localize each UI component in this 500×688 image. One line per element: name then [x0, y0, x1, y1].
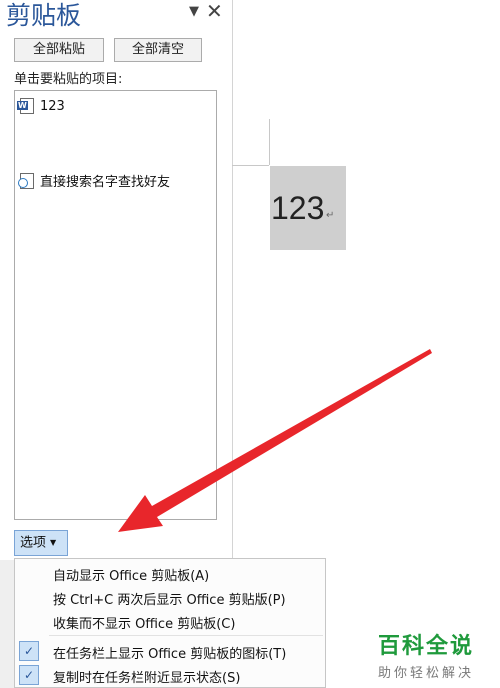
options-menu: 自动显示 Office 剪贴板(A) 按 Ctrl+C 两次后显示 Office…: [14, 558, 326, 688]
check-icon: ✓: [19, 665, 39, 685]
menu-item-label: 在任务栏上显示 Office 剪贴板的图标(T): [53, 647, 287, 662]
menu-item-taskbar-icon[interactable]: ✓ 在任务栏上显示 Office 剪贴板的图标(T): [15, 639, 325, 663]
watermark-title: 百科全说: [378, 634, 475, 659]
menu-item-label: 自动显示 Office 剪贴板(A): [53, 569, 210, 584]
menu-item-label: 按 Ctrl+C 两次后显示 Office 剪贴版(P): [53, 593, 286, 608]
menu-item-collect-without-show[interactable]: 收集而不显示 Office 剪贴板(C): [15, 609, 325, 633]
menu-separator: [49, 635, 323, 636]
watermark-subtitle: 助你轻松解决: [378, 666, 475, 681]
menu-item-taskbar-status[interactable]: ✓ 复制时在任务栏附近显示状态(S): [15, 663, 325, 687]
menu-item-auto-show[interactable]: 自动显示 Office 剪贴板(A): [15, 561, 325, 585]
menu-item-label: 复制时在任务栏附近显示状态(S): [53, 671, 241, 686]
menu-item-ctrl-c-twice[interactable]: 按 Ctrl+C 两次后显示 Office 剪贴版(P): [15, 585, 325, 609]
menu-item-label: 收集而不显示 Office 剪贴板(C): [53, 617, 236, 632]
watermark: 百科全说 助你轻松解决: [378, 628, 474, 681]
check-icon: ✓: [19, 641, 39, 661]
arrow-shape: [118, 349, 432, 532]
